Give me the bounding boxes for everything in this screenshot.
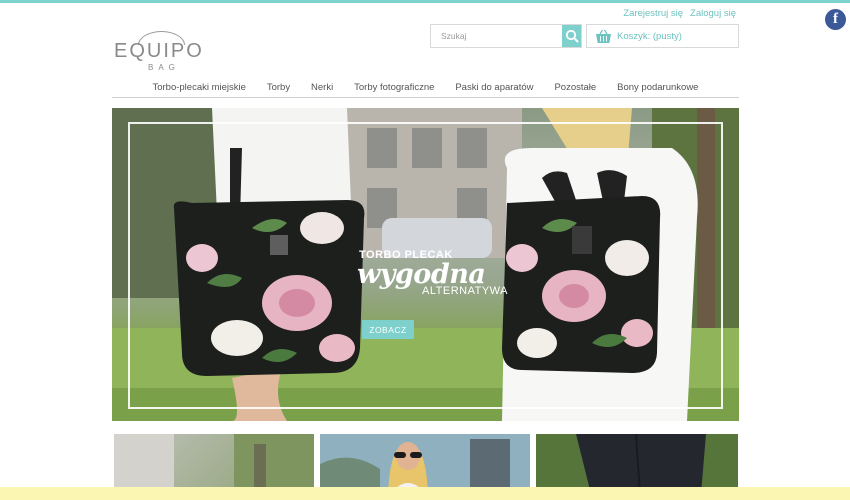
cart-label: Koszyk: (pusty) xyxy=(617,30,682,42)
nav-item-camera-straps[interactable]: Paski do aparatów xyxy=(455,80,533,97)
search-input[interactable] xyxy=(431,25,562,47)
promo-thumbnails xyxy=(114,434,738,494)
hero-subheadline: ALTERNATYWA xyxy=(422,285,508,297)
nav-item-bags[interactable]: Torby xyxy=(267,80,290,97)
cart-button[interactable]: Koszyk: (pusty) xyxy=(586,24,739,48)
promo-photo xyxy=(114,434,314,494)
nav-item-camera-bags[interactable]: Torby fotograficzne xyxy=(354,80,434,97)
search-icon xyxy=(565,29,578,43)
hero-caption: TORBO PLECAK wygodna ALTERNATYWA xyxy=(357,249,517,297)
hero-banner[interactable]: TORBO PLECAK wygodna ALTERNATYWA ZOBACZ xyxy=(112,108,739,421)
top-accent-strip xyxy=(0,0,850,3)
logo[interactable]: EQUIPO BAG xyxy=(114,31,209,72)
promo-tile[interactable] xyxy=(320,434,530,494)
basket-icon xyxy=(596,29,611,43)
login-link[interactable]: Zaloguj się xyxy=(690,8,736,19)
promo-photo xyxy=(536,434,738,494)
promo-tile[interactable] xyxy=(114,434,314,494)
register-link[interactable]: Zarejestruj się xyxy=(623,8,683,19)
promo-photo xyxy=(320,434,530,494)
nav-item-gift-vouchers[interactable]: Bony podarunkowe xyxy=(617,80,698,97)
account-links: Zarejestruj się Zaloguj się xyxy=(623,8,736,19)
hero-cta-button[interactable]: ZOBACZ xyxy=(362,320,414,339)
facebook-icon[interactable]: f xyxy=(825,9,846,30)
logo-subtitle: BAG xyxy=(148,63,180,72)
main-nav: Torbo-plecaki miejskie Torby Nerki Torby… xyxy=(112,80,739,98)
search-form xyxy=(430,24,582,48)
bottom-banner-bar xyxy=(0,487,850,500)
logo-wordmark: EQUIPO xyxy=(114,40,204,62)
nav-item-waist-bags[interactable]: Nerki xyxy=(311,80,333,97)
nav-item-other[interactable]: Pozostałe xyxy=(554,80,596,97)
search-button[interactable] xyxy=(562,25,581,47)
promo-tile[interactable] xyxy=(536,434,738,494)
nav-item-urban-backpacks[interactable]: Torbo-plecaki miejskie xyxy=(152,80,245,97)
